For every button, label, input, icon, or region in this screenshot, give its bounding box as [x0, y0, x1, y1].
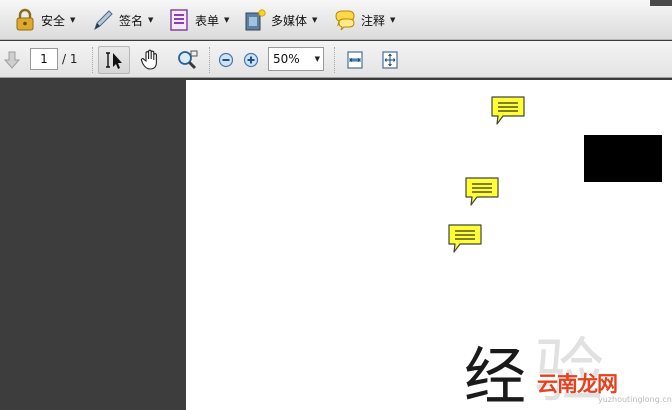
navigation-toolbar: / 1 50% ▼ [0, 41, 672, 78]
menu-toolbar: 安全 ▼ 签名 ▼ 表单 ▼ 多媒体 ▼ 注释 ▼ [0, 0, 672, 40]
security-menu-button[interactable]: 安全 ▼ [10, 6, 78, 34]
pdf-page[interactable] [186, 80, 672, 410]
hand-tool-icon [140, 49, 157, 70]
next-page-icon [4, 51, 20, 69]
select-cursor-icon [106, 52, 122, 69]
zoom-in-button[interactable] [241, 46, 261, 74]
window-edge [650, 0, 672, 6]
lock-icon [16, 8, 34, 31]
watermark-logo-text: 云南龙网 [537, 372, 618, 396]
toolbar-separator [209, 47, 210, 73]
toolbar-separator [334, 47, 335, 73]
zoom-out-icon [218, 52, 234, 68]
fit-width-icon [347, 51, 363, 69]
film-icon [245, 9, 266, 31]
zoom-out-button[interactable] [216, 46, 236, 74]
hand-tool-button[interactable] [136, 46, 164, 74]
forms-menu-button[interactable]: 表单 ▼ [164, 6, 232, 34]
next-page-button[interactable] [2, 46, 22, 74]
comment-menu-button[interactable]: 注释 ▼ [330, 6, 398, 34]
sticky-note-icon[interactable] [446, 222, 484, 256]
navigation-pane-area [0, 79, 186, 410]
multimedia-menu-label: 多媒体 [271, 13, 308, 28]
comment-icon [335, 10, 355, 31]
fit-page-button[interactable] [377, 46, 403, 74]
chevron-down-icon: ▼ [148, 16, 154, 24]
zoom-tool-button[interactable] [172, 46, 202, 74]
chevron-down-icon: ▼ [224, 16, 230, 24]
sign-menu-button[interactable]: 签名 ▼ [88, 6, 156, 34]
toolbar-separator [92, 47, 93, 73]
redacted-block [584, 135, 662, 182]
watermark-url: yuzhoutinglong.cn [598, 395, 672, 404]
zoom-level-value: 50% [273, 52, 300, 66]
security-menu-label: 安全 [41, 13, 66, 28]
zoom-level-select[interactable]: 50% ▼ [268, 47, 324, 71]
chevron-down-icon: ▼ [312, 16, 318, 24]
select-tool-button[interactable] [98, 46, 130, 74]
fit-page-icon [382, 51, 398, 69]
chevron-down-icon: ▼ [314, 55, 320, 63]
multimedia-menu-button[interactable]: 多媒体 ▼ [240, 6, 320, 34]
pen-icon [94, 10, 113, 31]
fit-width-button[interactable] [342, 46, 368, 74]
sign-menu-label: 签名 [119, 13, 144, 28]
comment-menu-label: 注释 [361, 13, 386, 28]
forms-menu-label: 表单 [195, 13, 220, 28]
sticky-note-icon[interactable] [463, 175, 501, 209]
zoom-tool-icon [178, 50, 198, 70]
form-icon [170, 9, 188, 31]
chevron-down-icon: ▼ [390, 16, 396, 24]
document-large-text: 经 [464, 340, 526, 410]
page-number-input[interactable] [30, 48, 58, 70]
chevron-down-icon: ▼ [70, 16, 76, 24]
sticky-note-icon[interactable] [489, 94, 527, 128]
page-total-label: / 1 [62, 52, 78, 66]
zoom-in-icon [243, 52, 259, 68]
